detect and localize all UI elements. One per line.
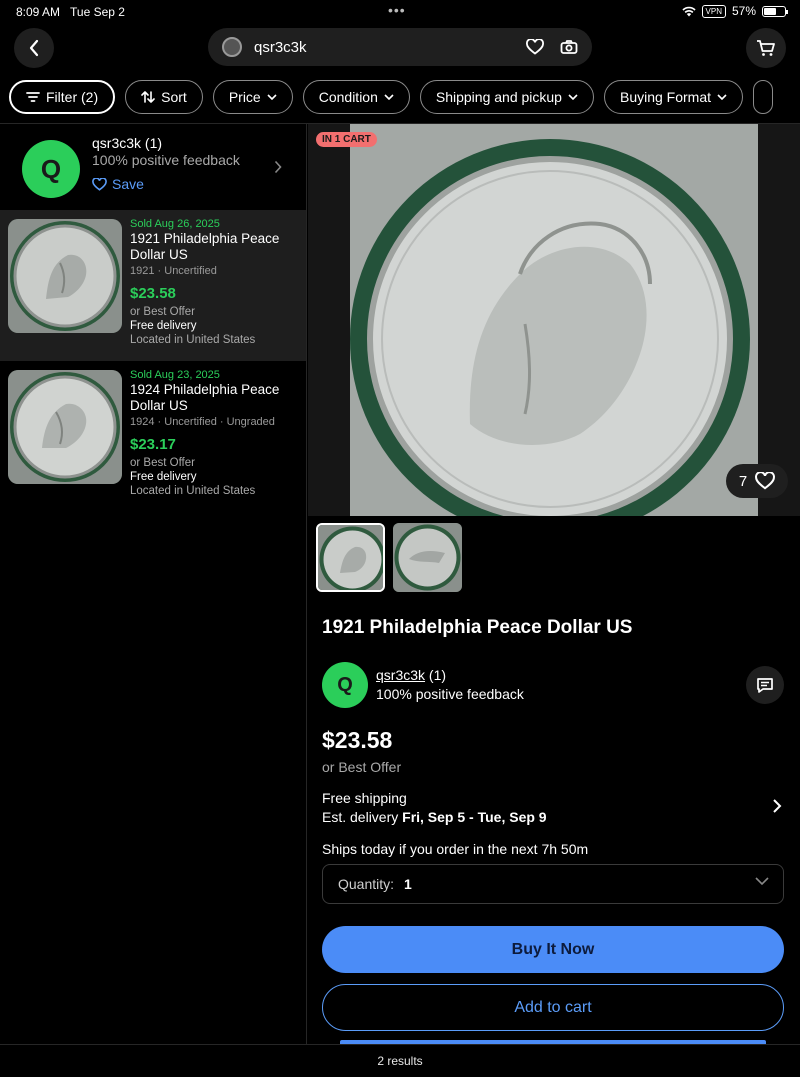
listing-title[interactable]: 1921 Philadelphia Peace Dollar US — [130, 231, 300, 263]
status-indicators: VPN 57% — [681, 4, 788, 18]
coin-thumbnail — [8, 219, 122, 333]
watchers-button[interactable]: 7 — [726, 464, 788, 498]
seller-name[interactable]: qsr3c3k (1) — [376, 667, 446, 683]
chevron-right-icon — [274, 160, 282, 174]
shipping-chip[interactable]: Shipping and pickup — [419, 80, 594, 114]
search-avatar-icon — [222, 37, 242, 57]
product-title: 1921 Philadelphia Peace Dollar US — [322, 617, 633, 638]
back-button[interactable] — [14, 28, 54, 68]
delivery-estimate: Est. delivery Fri, Sep 5 - Tue, Sep 9 — [322, 809, 547, 825]
status-bar: 8:09 AM Tue Sep 2 ••• VPN 57% — [0, 0, 800, 24]
shipping-label: Free shipping — [322, 790, 407, 806]
image-thumbnails — [316, 523, 462, 592]
filter-bar: Filter (2) Sort Price Condition Shipping… — [9, 80, 774, 114]
listing-item[interactable]: Sold Aug 26, 2025 1921 Philadelphia Peac… — [0, 210, 306, 361]
seller-feedback: 100% positive feedback — [376, 686, 524, 702]
heart-icon[interactable] — [524, 36, 546, 58]
listing-price: $23.17 — [130, 436, 176, 453]
heart-icon — [92, 177, 107, 191]
quantity-value: 1 — [404, 876, 412, 892]
watchers-count: 7 — [738, 472, 748, 490]
price-chip[interactable]: Price — [212, 80, 293, 114]
seller-feedback: 100% positive feedback — [92, 152, 240, 168]
listing-item[interactable]: Sold Aug 23, 2025 1924 Philadelphia Peac… — [0, 361, 306, 512]
filter-chip[interactable]: Filter (2) — [9, 80, 116, 114]
message-seller-button[interactable] — [746, 666, 784, 704]
chevron-down-icon — [568, 94, 578, 100]
message-icon — [757, 677, 773, 693]
seller-avatar: Q — [22, 140, 80, 198]
buying-format-label: Buying Format — [619, 89, 712, 105]
price-label: Price — [228, 89, 261, 105]
cart-icon — [757, 40, 775, 56]
cart-button[interactable] — [746, 28, 786, 68]
quantity-select[interactable]: Quantity: 1 — [322, 864, 784, 904]
thumbnail-obverse[interactable] — [316, 523, 385, 592]
search-query[interactable]: qsr3c3k — [254, 39, 524, 56]
product-seller: Q qsr3c3k (1) 100% positive feedback — [322, 662, 784, 708]
sort-label: Sort — [161, 89, 187, 105]
coin-photo — [350, 124, 758, 516]
wifi-icon — [681, 6, 696, 16]
battery-percent: 57% — [731, 4, 756, 18]
product-image-gallery[interactable]: IN 1 CART 7 — [308, 124, 800, 516]
coin-thumbnail — [8, 370, 122, 484]
chevron-left-icon — [29, 39, 39, 57]
save-seller-button[interactable]: Save — [92, 176, 144, 192]
battery-icon — [762, 5, 788, 17]
sort-chip[interactable]: Sort — [125, 80, 203, 114]
vpn-badge: VPN — [701, 4, 726, 18]
listing-title[interactable]: 1924 Philadelphia Peace Dollar US — [130, 382, 300, 414]
buying-format-chip[interactable]: Buying Format — [603, 80, 744, 114]
chevron-right-icon — [773, 799, 782, 813]
chevron-down-icon — [717, 94, 727, 100]
product-price: $23.58 — [322, 727, 393, 753]
search-bar[interactable]: qsr3c3k — [208, 28, 592, 66]
results-count: 2 results — [0, 1044, 800, 1077]
seller-name: qsr3c3k (1) — [92, 135, 163, 151]
listing-info: Sold Aug 26, 2025 1921 Philadelphia Peac… — [130, 218, 300, 346]
listing-delivery: Free delivery — [130, 471, 197, 483]
heart-icon — [755, 472, 776, 490]
camera-icon[interactable] — [558, 36, 580, 58]
results-panel: Q qsr3c3k (1) 100% positive feedback Sav… — [0, 124, 307, 1044]
filter-icon — [26, 92, 40, 102]
listing-price: $23.58 — [130, 285, 176, 302]
ships-today-note: Ships today if you order in the next 7h … — [322, 841, 589, 857]
listing-location: Located in United States — [130, 334, 256, 346]
listing-delivery: Free delivery — [130, 320, 197, 332]
add-to-cart-button[interactable]: Add to cart — [322, 984, 784, 1031]
sold-date: Sold Aug 26, 2025 — [130, 218, 220, 230]
listing-offer: or Best Offer — [130, 457, 195, 469]
seller-card[interactable]: Q qsr3c3k (1) 100% positive feedback Sav… — [0, 124, 306, 210]
chevron-down-icon — [384, 94, 394, 100]
listing-subtitle: 1921 · Uncertified — [130, 265, 217, 277]
listing-location: Located in United States — [130, 485, 256, 497]
shipping-label: Shipping and pickup — [435, 89, 562, 105]
thumbnail-reverse[interactable] — [393, 523, 462, 592]
sort-icon — [141, 91, 155, 103]
listing-info: Sold Aug 23, 2025 1924 Philadelphia Peac… — [130, 369, 300, 497]
sold-date: Sold Aug 23, 2025 — [130, 369, 220, 381]
chevron-down-icon — [267, 94, 277, 100]
quantity-label: Quantity: — [338, 876, 395, 892]
more-filters-chip[interactable] — [753, 80, 774, 114]
buy-it-now-button[interactable]: Buy It Now — [322, 926, 784, 973]
listing-offer: or Best Offer — [130, 306, 195, 318]
in-cart-badge: IN 1 CART — [316, 132, 377, 147]
shipping-info[interactable]: Free shipping Est. delivery Fri, Sep 5 -… — [322, 790, 784, 828]
seller-avatar: Q — [322, 662, 368, 708]
multitask-dots[interactable]: ••• — [388, 2, 406, 18]
filter-label: Filter (2) — [46, 89, 99, 105]
condition-label: Condition — [318, 89, 378, 105]
chevron-down-icon — [755, 877, 769, 885]
listing-subtitle: 1924 · Uncertified · Ungraded — [130, 416, 275, 428]
condition-chip[interactable]: Condition — [302, 80, 410, 114]
product-offer: or Best Offer — [322, 759, 402, 775]
save-label: Save — [112, 176, 144, 192]
status-time: 8:09 AM Tue Sep 2 — [16, 5, 125, 19]
